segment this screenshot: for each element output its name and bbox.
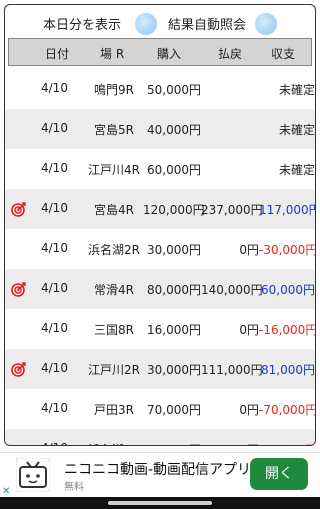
cell-pay: 140,000円 bbox=[201, 283, 263, 297]
table-row[interactable]: 4/10 宮島5R 40,000円 未確定 bbox=[5, 109, 315, 149]
cell-balance: -16,000円 bbox=[259, 323, 316, 337]
target-hit-icon bbox=[11, 362, 26, 377]
cell-buy: 120,000円 bbox=[143, 203, 205, 217]
cell-place: 宮島4R bbox=[94, 203, 134, 217]
cell-pay: 0円 bbox=[201, 441, 259, 445]
header-balance: 収支 bbox=[271, 47, 296, 61]
table-row[interactable]: 4/10 浜名湖2R 30,000円 0円 -30,000円 bbox=[5, 229, 315, 269]
auto-check-label: 結果自動照会 bbox=[168, 18, 247, 33]
cell-date: 4/10 bbox=[41, 161, 68, 175]
cell-balance: 未確定 bbox=[278, 123, 315, 137]
cell-date: 4/10 bbox=[41, 441, 68, 445]
ad-open-button[interactable]: 開く bbox=[250, 458, 308, 490]
cell-balance: 60,000円 bbox=[261, 283, 315, 297]
home-gesture-handle[interactable] bbox=[108, 501, 212, 505]
cell-buy: 40,000円 bbox=[147, 123, 201, 137]
table-row[interactable]: 4/10 戸田3R 70,000円 0円 -70,000円 bbox=[5, 389, 315, 429]
auto-check-toggle[interactable] bbox=[255, 13, 277, 35]
cell-place: 常滑4R bbox=[94, 283, 134, 297]
cell-date: 4/10 bbox=[41, 121, 68, 135]
table-row[interactable]: 4/10 浜名湖1R20,000円0円-20,000円 bbox=[5, 429, 315, 445]
cell-place: 浜名湖1R bbox=[83, 441, 145, 445]
cell-buy: 16,000円 bbox=[147, 323, 201, 337]
cell-place: 江戸川4R bbox=[88, 163, 140, 177]
system-nav-bar bbox=[0, 497, 320, 509]
cell-date: 4/10 bbox=[41, 321, 68, 335]
table-header: 日付 場 R 購入 払戻 収支 bbox=[8, 38, 312, 66]
cell-balance: 未確定 bbox=[278, 83, 315, 97]
cell-buy: 50,000円 bbox=[147, 83, 201, 97]
cell-date: 4/10 bbox=[41, 81, 68, 95]
cell-balance: 81,000円 bbox=[261, 363, 315, 377]
cell-pay: 0円 bbox=[239, 243, 259, 257]
table-row[interactable]: 4/10 三国8R 16,000円 0円 -16,000円 bbox=[5, 309, 315, 349]
header-buy: 購入 bbox=[157, 47, 182, 61]
cell-pay: 111,000円 bbox=[201, 363, 263, 377]
cell-place: 浜名湖2R bbox=[88, 243, 140, 257]
header-date: 日付 bbox=[45, 47, 70, 61]
header-pay: 払戻 bbox=[218, 47, 243, 61]
ad-banner[interactable]: ニコニコ動画-動画配信アプリ 無料 開く ✕ bbox=[0, 452, 320, 497]
cell-buy: 80,000円 bbox=[147, 283, 201, 297]
show-today-toggle[interactable] bbox=[135, 13, 157, 35]
cell-balance: 117,000円 bbox=[259, 203, 316, 217]
cell-place: 江戸川2R bbox=[88, 363, 140, 377]
cell-buy: 30,000円 bbox=[147, 363, 201, 377]
toggle-bar: 本日分を表示 結果自動照会 bbox=[5, 11, 315, 35]
cell-place: 戸田3R bbox=[94, 403, 134, 417]
header-place: 場 R bbox=[100, 47, 125, 61]
table-row[interactable]: 4/10 宮島4R 120,000円 237,000円 117,000円 bbox=[5, 189, 315, 229]
cell-balance: -30,000円 bbox=[259, 243, 316, 257]
cell-place: 鳴門9R bbox=[94, 83, 134, 97]
cell-date: 4/10 bbox=[41, 201, 68, 215]
cell-balance: 未確定 bbox=[278, 163, 315, 177]
cell-pay: 0円 bbox=[239, 323, 259, 337]
cell-place: 三国8R bbox=[94, 323, 134, 337]
table-row[interactable]: 4/10 常滑4R 80,000円 140,000円 60,000円 bbox=[5, 269, 315, 309]
target-hit-icon bbox=[11, 202, 26, 217]
cell-buy: 60,000円 bbox=[147, 163, 201, 177]
target-hit-icon bbox=[11, 282, 26, 297]
cell-balance: -20,000円 bbox=[259, 441, 315, 445]
table-row[interactable]: 4/10 鳴門9R 50,000円 未確定 bbox=[5, 69, 315, 109]
cell-date: 4/10 bbox=[41, 361, 68, 375]
table-row[interactable]: 4/10 江戸川4R 60,000円 未確定 bbox=[5, 149, 315, 189]
ad-title[interactable]: ニコニコ動画-動画配信アプリ bbox=[64, 459, 251, 479]
cell-date: 4/10 bbox=[41, 241, 68, 255]
cell-buy: 30,000円 bbox=[147, 243, 201, 257]
show-today-label: 本日分を表示 bbox=[43, 18, 122, 33]
cell-buy: 20,000円 bbox=[143, 441, 201, 445]
bet-history-panel: 本日分を表示 結果自動照会 日付 場 R 購入 払戻 収支 4/10 鳴門9R 50… bbox=[4, 4, 316, 446]
cell-date: 4/10 bbox=[41, 281, 68, 295]
ad-subtitle: 無料 bbox=[64, 482, 84, 493]
cell-pay: 237,000円 bbox=[201, 203, 263, 217]
cell-pay: 0円 bbox=[239, 403, 259, 417]
cell-balance: -70,000円 bbox=[259, 403, 316, 417]
ad-close-icon[interactable]: ✕ bbox=[2, 486, 10, 497]
cell-buy: 70,000円 bbox=[147, 403, 201, 417]
cell-date: 4/10 bbox=[41, 401, 68, 415]
table-row[interactable]: 4/10 江戸川2R 30,000円 111,000円 81,000円 bbox=[5, 349, 315, 389]
niconico-tv-icon[interactable] bbox=[16, 458, 50, 492]
cell-place: 宮島5R bbox=[94, 123, 134, 137]
